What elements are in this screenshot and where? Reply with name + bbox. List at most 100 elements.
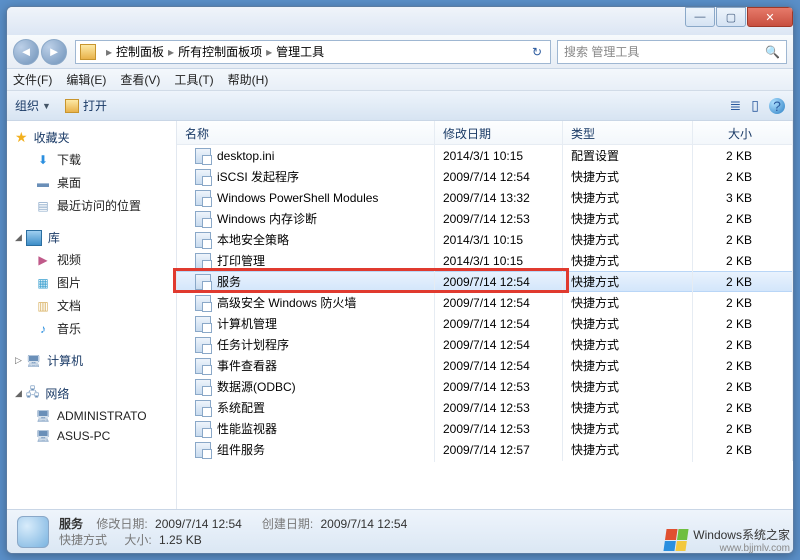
- table-row[interactable]: 数据源(ODBC) 2009/7/14 12:53 快捷方式 2 KB: [177, 376, 793, 397]
- table-row[interactable]: Windows PowerShell Modules 2009/7/14 13:…: [177, 187, 793, 208]
- sidebar-item[interactable]: 🖥ADMINISTRATO: [7, 406, 176, 426]
- table-row[interactable]: 系统配置 2009/7/14 12:53 快捷方式 2 KB: [177, 397, 793, 418]
- refresh-button[interactable]: ↻: [528, 45, 546, 59]
- sidebar-item[interactable]: ▶ 视频: [7, 248, 176, 271]
- file-size: 2 KB: [693, 250, 793, 272]
- sidebar-item-label: 视频: [57, 251, 81, 268]
- toolbar: 组织 ▼ 打开 ≣ ▯ ?: [7, 91, 793, 121]
- search-input[interactable]: 搜索 管理工具 🔍: [557, 40, 787, 64]
- menubar: 文件(F) 编辑(E) 查看(V) 工具(T) 帮助(H): [7, 69, 793, 91]
- sidebar-item-icon: ▤: [35, 199, 51, 213]
- search-placeholder: 搜索 管理工具: [564, 43, 639, 60]
- table-row[interactable]: 本地安全策略 2014/3/1 10:15 快捷方式 2 KB: [177, 229, 793, 250]
- minimize-button[interactable]: —: [685, 7, 715, 27]
- file-size: 2 KB: [693, 355, 793, 377]
- table-row[interactable]: 组件服务 2009/7/14 12:57 快捷方式 2 KB: [177, 439, 793, 460]
- table-row[interactable]: iSCSI 发起程序 2009/7/14 12:54 快捷方式 2 KB: [177, 166, 793, 187]
- table-row[interactable]: 高级安全 Windows 防火墙 2009/7/14 12:54 快捷方式 2 …: [177, 292, 793, 313]
- preview-pane-button[interactable]: ▯: [751, 97, 759, 114]
- table-row[interactable]: 打印管理 2014/3/1 10:15 快捷方式 2 KB: [177, 250, 793, 271]
- file-name: Windows PowerShell Modules: [217, 191, 378, 205]
- table-row[interactable]: 服务 2009/7/14 12:54 快捷方式 2 KB: [177, 271, 793, 292]
- file-date: 2009/7/14 12:54: [435, 334, 563, 356]
- sidebar-item-label: 文档: [57, 297, 81, 314]
- favorites-header[interactable]: ★ 收藏夹: [7, 127, 176, 148]
- computer-header[interactable]: ▷ 🖥 计算机: [7, 350, 176, 371]
- sidebar-item[interactable]: ▬桌面: [7, 171, 176, 194]
- libraries-header[interactable]: ◢ 库: [7, 227, 176, 248]
- file-icon: [195, 421, 211, 437]
- file-size: 2 KB: [693, 271, 793, 293]
- menu-help[interactable]: 帮助(H): [228, 71, 269, 88]
- file-size: 2 KB: [693, 313, 793, 335]
- file-date: 2009/7/14 12:54: [435, 166, 563, 188]
- file-date: 2009/7/14 12:54: [435, 292, 563, 314]
- file-size: 2 KB: [693, 418, 793, 440]
- col-date[interactable]: 修改日期: [435, 121, 563, 144]
- file-icon: [195, 316, 211, 332]
- help-button[interactable]: ?: [769, 98, 785, 114]
- breadcrumb[interactable]: 控制面板: [116, 43, 164, 60]
- file-type: 快捷方式: [563, 437, 693, 462]
- file-icon: [195, 169, 211, 185]
- computer-label: 计算机: [47, 352, 83, 369]
- sidebar-item[interactable]: ♪音乐: [7, 317, 176, 340]
- file-size: 3 KB: [693, 187, 793, 209]
- table-row[interactable]: 计算机管理 2009/7/14 12:54 快捷方式 2 KB: [177, 313, 793, 334]
- organize-button[interactable]: 组织 ▼: [15, 97, 51, 114]
- status-create-label: 创建日期:: [262, 517, 313, 531]
- status-type: 快捷方式: [59, 533, 107, 547]
- sidebar-item-label: 下载: [57, 151, 81, 168]
- file-name: 打印管理: [217, 252, 265, 269]
- address-bar[interactable]: ▸ 控制面板 ▸ 所有控制面板项 ▸ 管理工具 ↻: [75, 40, 551, 64]
- network-header[interactable]: ◢ 🖧 网络: [7, 381, 176, 406]
- file-name: 本地安全策略: [217, 231, 289, 248]
- sidebar-item[interactable]: 🖥ASUS-PC: [7, 426, 176, 446]
- sidebar-item[interactable]: ▤最近访问的位置: [7, 194, 176, 217]
- file-date: 2009/7/14 12:53: [435, 208, 563, 230]
- table-row[interactable]: 性能监视器 2009/7/14 12:53 快捷方式 2 KB: [177, 418, 793, 439]
- file-date: 2009/7/14 12:53: [435, 397, 563, 419]
- watermark: Windows系统之家 www.bjjmlv.com: [665, 526, 790, 554]
- titlebar[interactable]: — ▢ ✕: [7, 7, 793, 35]
- sidebar-item[interactable]: ▦图片: [7, 271, 176, 294]
- sidebar-item-label: ASUS-PC: [57, 429, 110, 443]
- file-name: Windows 内存诊断: [217, 210, 317, 227]
- file-name: 任务计划程序: [217, 336, 289, 353]
- search-icon[interactable]: 🔍: [765, 45, 780, 59]
- file-name: desktop.ini: [217, 149, 274, 163]
- breadcrumb[interactable]: 管理工具: [276, 43, 324, 60]
- expand-icon: ◢: [15, 232, 22, 243]
- chevron-down-icon: ▼: [42, 101, 51, 111]
- menu-file[interactable]: 文件(F): [13, 71, 52, 88]
- menu-tools[interactable]: 工具(T): [174, 71, 213, 88]
- file-icon: [195, 232, 211, 248]
- col-type[interactable]: 类型: [563, 121, 693, 144]
- breadcrumb[interactable]: 所有控制面板项: [178, 43, 262, 60]
- file-name: 服务: [217, 273, 241, 290]
- sidebar-item[interactable]: ⬇下载: [7, 148, 176, 171]
- sidebar-item-label: ADMINISTRATO: [57, 409, 147, 423]
- forward-button[interactable]: ►: [41, 39, 67, 65]
- status-title: 服务: [59, 517, 83, 531]
- col-size[interactable]: 大小: [693, 121, 793, 144]
- sidebar-item-icon: ▶: [35, 253, 51, 267]
- file-size: 2 KB: [693, 376, 793, 398]
- menu-view[interactable]: 查看(V): [120, 71, 160, 88]
- view-mode-button[interactable]: ≣: [730, 97, 742, 114]
- file-date: 2014/3/1 10:15: [435, 229, 563, 251]
- libraries-label: 库: [48, 229, 60, 246]
- expand-icon: ◢: [15, 388, 22, 399]
- maximize-button[interactable]: ▢: [716, 7, 746, 27]
- sidebar-item[interactable]: ▥文档: [7, 294, 176, 317]
- col-name[interactable]: 名称: [177, 121, 435, 144]
- open-button[interactable]: 打开: [65, 97, 107, 114]
- close-button[interactable]: ✕: [747, 7, 793, 27]
- watermark-suffix: 系统之家: [742, 528, 790, 542]
- menu-edit[interactable]: 编辑(E): [66, 71, 106, 88]
- back-button[interactable]: ◄: [13, 39, 39, 65]
- table-row[interactable]: desktop.ini 2014/3/1 10:15 配置设置 2 KB: [177, 145, 793, 166]
- table-row[interactable]: 事件查看器 2009/7/14 12:54 快捷方式 2 KB: [177, 355, 793, 376]
- table-row[interactable]: Windows 内存诊断 2009/7/14 12:53 快捷方式 2 KB: [177, 208, 793, 229]
- table-row[interactable]: 任务计划程序 2009/7/14 12:54 快捷方式 2 KB: [177, 334, 793, 355]
